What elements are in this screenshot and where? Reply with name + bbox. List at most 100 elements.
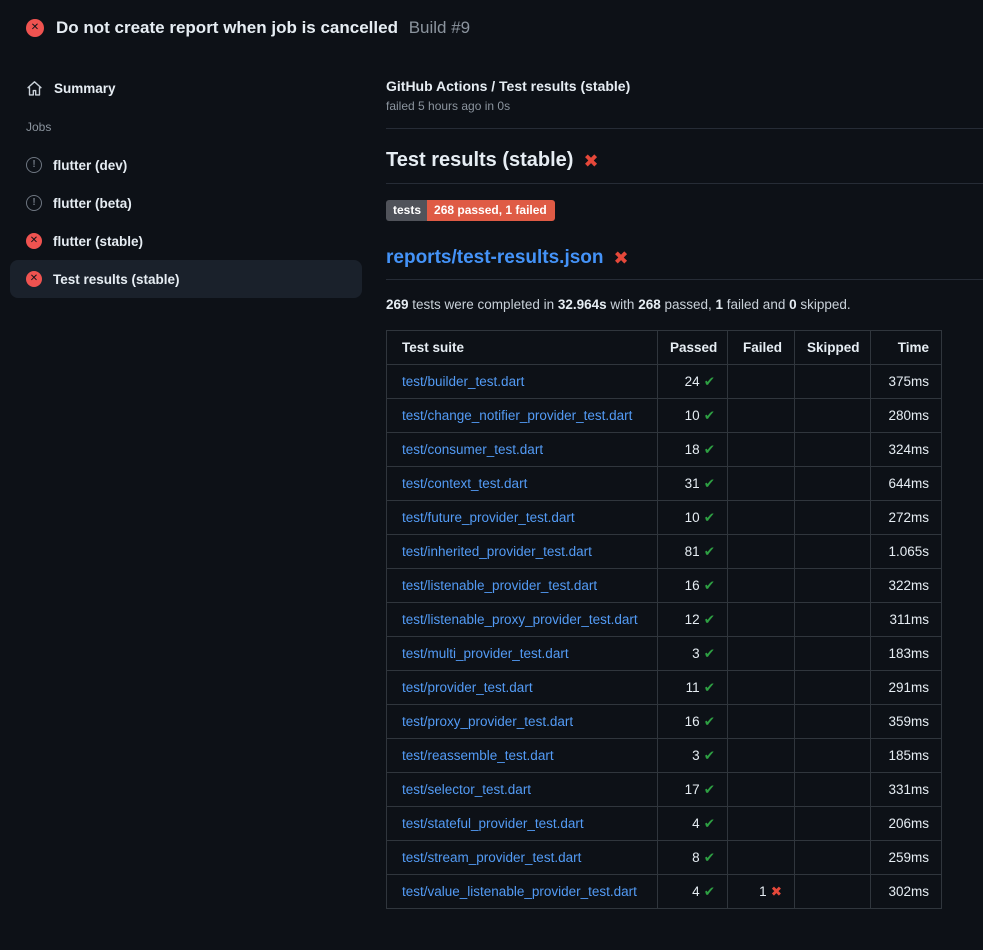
time-cell: 272ms	[871, 501, 942, 535]
passed-count: 17	[685, 782, 700, 797]
suite-cell: test/stateful_provider_test.dart	[387, 807, 658, 841]
failed-cell	[728, 399, 795, 433]
sidebar-item-job-1[interactable]: flutter (beta)	[10, 184, 362, 222]
skipped-cell	[795, 433, 871, 467]
check-icon: ✔	[704, 714, 715, 729]
check-icon: ✔	[704, 510, 715, 525]
passed-count: 4	[692, 884, 700, 899]
failed-cell	[728, 535, 795, 569]
suite-link[interactable]: test/provider_test.dart	[402, 680, 533, 695]
suite-link[interactable]: test/listenable_proxy_provider_test.dart	[402, 612, 638, 627]
summary-part: 0	[789, 297, 797, 312]
check-icon: ✔	[704, 850, 715, 865]
suite-cell: test/multi_provider_test.dart	[387, 637, 658, 671]
skipped-cell	[795, 671, 871, 705]
build-number: Build #9	[409, 18, 470, 37]
suite-link[interactable]: test/proxy_provider_test.dart	[402, 714, 573, 729]
table-row: test/multi_provider_test.dart3✔183ms	[387, 637, 942, 671]
table-row: test/stateful_provider_test.dart4✔206ms	[387, 807, 942, 841]
main-panel: GitHub Actions / Test results (stable) f…	[386, 48, 983, 909]
suite-link[interactable]: test/selector_test.dart	[402, 782, 531, 797]
summary-part: 32.964s	[558, 297, 607, 312]
sidebar-item-job-3[interactable]: Test results (stable)	[10, 260, 362, 298]
passed-count: 81	[685, 544, 700, 559]
suite-link[interactable]: test/listenable_provider_test.dart	[402, 578, 597, 593]
suite-link[interactable]: test/builder_test.dart	[402, 374, 524, 389]
column-header: Test suite	[387, 331, 658, 365]
time-cell: 359ms	[871, 705, 942, 739]
check-icon: ✔	[704, 816, 715, 831]
suite-link[interactable]: test/context_test.dart	[402, 476, 527, 491]
table-row: test/listenable_proxy_provider_test.dart…	[387, 603, 942, 637]
failed-x-icon: ✖	[614, 249, 629, 267]
failed-cell	[728, 365, 795, 399]
sidebar-jobs-heading: Jobs	[10, 120, 362, 134]
suite-link[interactable]: test/change_notifier_provider_test.dart	[402, 408, 632, 423]
summary-part: failed and	[723, 297, 789, 312]
sidebar-item-job-2[interactable]: flutter (stable)	[10, 222, 362, 260]
passed-cell: 16✔	[658, 569, 728, 603]
passed-cell: 12✔	[658, 603, 728, 637]
failed-count: 1	[759, 884, 767, 899]
passed-cell: 4✔	[658, 875, 728, 909]
x-circle-icon	[26, 19, 44, 37]
time-cell: 185ms	[871, 739, 942, 773]
suite-link[interactable]: test/reassemble_test.dart	[402, 748, 554, 763]
sidebar: Summary Jobs flutter (dev) flutter (beta)…	[0, 48, 370, 298]
check-icon: ✔	[704, 748, 715, 763]
time-cell: 324ms	[871, 433, 942, 467]
check-icon: ✔	[704, 374, 715, 389]
sidebar-item-summary[interactable]: Summary	[10, 70, 362, 106]
workflow-run-title: Do not create report when job is cancell…	[56, 18, 398, 37]
passed-count: 8	[692, 850, 700, 865]
page-header: Do not create report when job is cancell…	[0, 0, 983, 48]
passed-cell: 24✔	[658, 365, 728, 399]
time-cell: 1.065s	[871, 535, 942, 569]
table-row: test/builder_test.dart 24✔ 375ms	[387, 365, 942, 399]
report-file-link[interactable]: reports/test-results.json	[386, 247, 604, 269]
time-cell: 375ms	[871, 365, 942, 399]
failed-cell	[728, 807, 795, 841]
table-body: test/builder_test.dart 24✔ 375ms test/chang…	[387, 365, 942, 909]
time-cell: 259ms	[871, 841, 942, 875]
passed-count: 4	[692, 816, 700, 831]
suite-link[interactable]: test/inherited_provider_test.dart	[402, 544, 592, 559]
report-file-row: reports/test-results.json ✖	[386, 247, 983, 280]
passed-count: 3	[692, 646, 700, 661]
passed-cell: 8✔	[658, 841, 728, 875]
table-row: test/provider_test.dart11✔291ms	[387, 671, 942, 705]
x-circle-icon	[26, 233, 42, 249]
suite-link[interactable]: test/value_listenable_provider_test.dart	[402, 884, 637, 899]
check-icon: ✔	[704, 680, 715, 695]
cross-icon: ✖	[771, 884, 782, 899]
skipped-cell	[795, 637, 871, 671]
suite-link[interactable]: test/future_provider_test.dart	[402, 510, 575, 525]
run-status-meta: failed 5 hours ago in 0s	[386, 99, 983, 113]
skipped-cell	[795, 501, 871, 535]
suite-link[interactable]: test/stream_provider_test.dart	[402, 850, 581, 865]
failed-cell	[728, 705, 795, 739]
table-row: test/context_test.dart31✔644ms	[387, 467, 942, 501]
table-row: test/reassemble_test.dart 3✔ 185ms	[387, 739, 942, 773]
summary-part: tests were completed in	[409, 297, 558, 312]
sidebar-item-label: flutter (stable)	[53, 234, 143, 249]
sidebar-item-label: Test results (stable)	[53, 272, 180, 287]
report-title-row: Test results (stable) ✖	[386, 149, 983, 184]
passed-cell: 81✔	[658, 535, 728, 569]
passed-cell: 3✔	[658, 739, 728, 773]
check-icon: ✔	[704, 612, 715, 627]
suite-link[interactable]: test/multi_provider_test.dart	[402, 646, 569, 661]
neutral-circle-icon	[26, 195, 42, 211]
check-icon: ✔	[704, 782, 715, 797]
table-row: test/consumer_test.dart18✔324ms	[387, 433, 942, 467]
suite-link[interactable]: test/stateful_provider_test.dart	[402, 816, 584, 831]
table-row: test/listenable_provider_test.dart16✔322…	[387, 569, 942, 603]
suite-link[interactable]: test/consumer_test.dart	[402, 442, 543, 457]
sidebar-item-job-0[interactable]: flutter (dev)	[10, 146, 362, 184]
sidebar-item-label: flutter (beta)	[53, 196, 132, 211]
table-row: test/future_provider_test.dart10✔272ms	[387, 501, 942, 535]
suite-cell: test/inherited_provider_test.dart	[387, 535, 658, 569]
summary-part: with	[607, 297, 639, 312]
time-cell: 183ms	[871, 637, 942, 671]
failed-cell	[728, 433, 795, 467]
